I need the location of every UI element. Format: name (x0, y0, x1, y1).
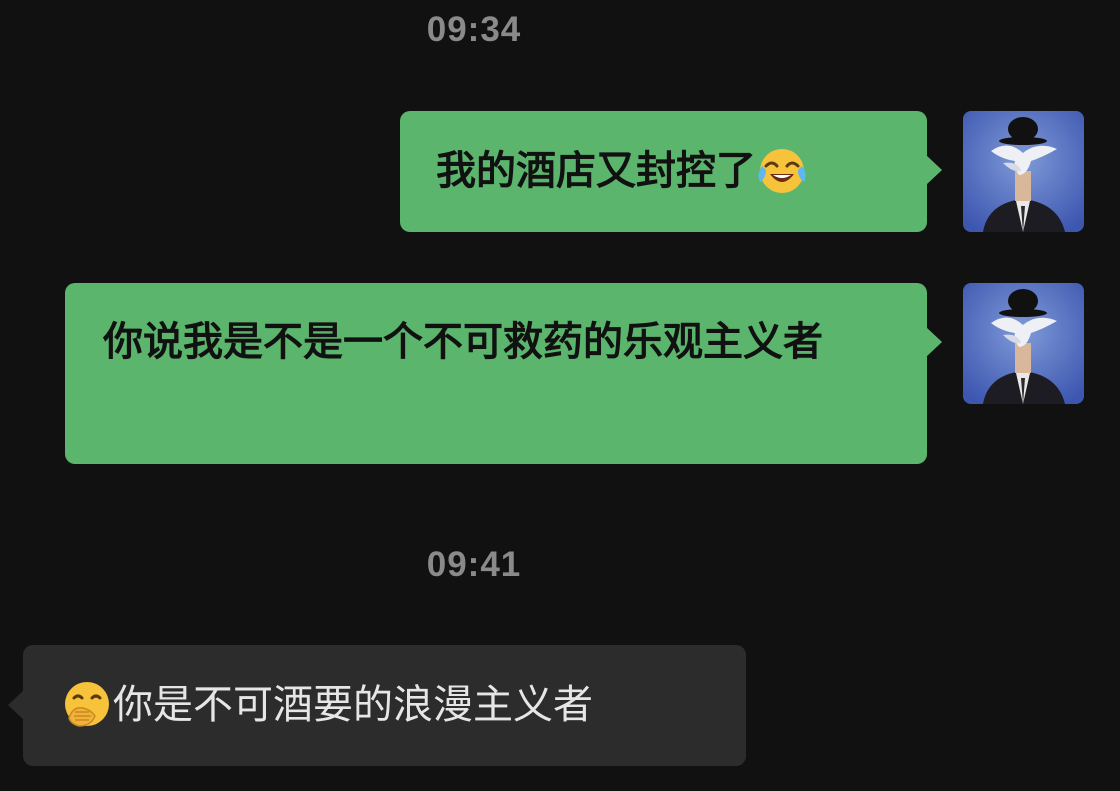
message-text: 我的酒店又封控了 (436, 148, 756, 194)
face-with-tears-of-joy-icon (756, 144, 808, 196)
message-text: 你说我是不是一个不可救药的乐观主义者 (103, 319, 823, 365)
user-avatar[interactable] (963, 283, 1084, 404)
incoming-message-bubble[interactable]: 你是不可酒要的浪漫主义者 (8, 645, 746, 766)
timestamp: 09:34 (426, 10, 522, 49)
outgoing-message-bubble[interactable]: 我的酒店又封控了 (400, 111, 942, 232)
hand-over-mouth-icon (61, 678, 113, 730)
user-avatar[interactable] (963, 111, 1084, 232)
outgoing-message-bubble[interactable]: 你说我是不是一个不可救药的乐观主义者 (65, 283, 942, 464)
timestamp: 09:41 (426, 545, 522, 584)
message-text: 你是不可酒要的浪漫主义者 (113, 682, 593, 728)
